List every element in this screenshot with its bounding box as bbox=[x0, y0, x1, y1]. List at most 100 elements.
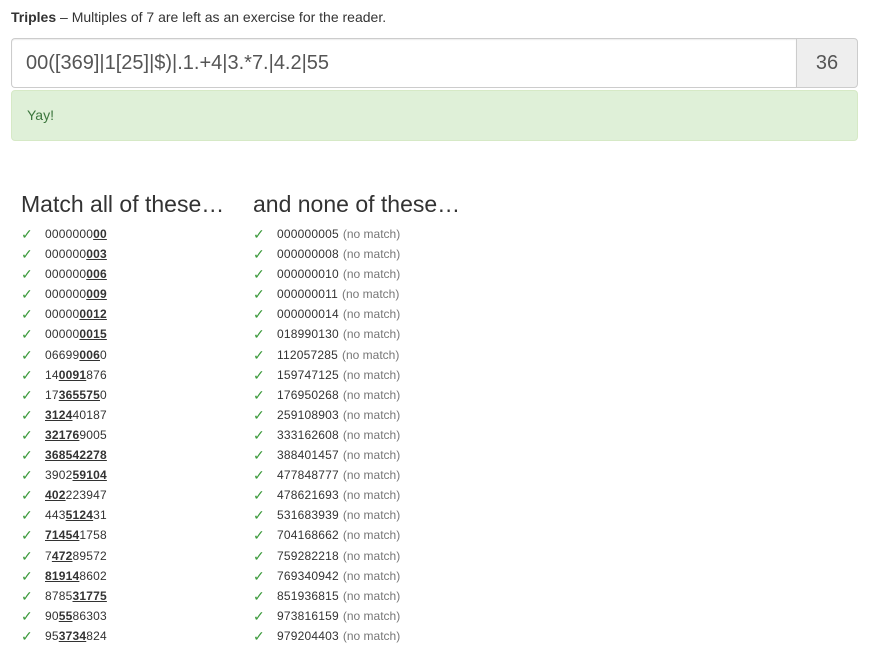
match-word: 173655750 bbox=[45, 385, 107, 405]
no-match-label: (no match) bbox=[342, 327, 401, 342]
check-icon: ✓ bbox=[253, 627, 265, 644]
regex-input[interactable] bbox=[11, 38, 796, 88]
match-word: 000000015 bbox=[45, 324, 107, 344]
nonmatch-column: and none of these… ✓ 000000005 (no match) ✓… bbox=[253, 190, 460, 646]
match-pre: 95 bbox=[45, 628, 59, 643]
list-item: ✓ 259108903 (no match) bbox=[253, 405, 460, 425]
match-highlight: 0091 bbox=[58, 367, 87, 382]
nonmatch-word: 759282218 bbox=[277, 548, 339, 563]
check-icon: ✓ bbox=[21, 346, 33, 363]
check-icon: ✓ bbox=[253, 507, 265, 524]
match-highlight: 71454 bbox=[45, 528, 80, 543]
check-icon: ✓ bbox=[21, 467, 33, 484]
check-icon: ✓ bbox=[253, 366, 265, 383]
puzzle-title: Triples bbox=[11, 9, 57, 25]
check-icon: ✓ bbox=[21, 286, 33, 303]
match-post: 1758 bbox=[79, 528, 107, 543]
nonmatch-word: 769340942 bbox=[277, 568, 339, 583]
no-match-label: (no match) bbox=[342, 628, 401, 643]
match-pre: 00000 bbox=[45, 307, 80, 322]
list-item: ✓ 312440187 bbox=[21, 405, 224, 425]
match-pre: 17 bbox=[45, 387, 59, 402]
check-icon: ✓ bbox=[21, 266, 33, 283]
list-item: ✓ 159747125 (no match) bbox=[253, 365, 460, 385]
nonmatch-word: 000000010 bbox=[277, 267, 339, 282]
nonmatch-word: 000000008 bbox=[277, 247, 339, 262]
nonmatch-word: 000000011 bbox=[277, 287, 338, 302]
nonmatch-heading: and none of these… bbox=[253, 191, 461, 217]
list-item: ✓ 714541758 bbox=[21, 525, 224, 545]
match-pre: 00000 bbox=[45, 327, 80, 342]
match-post: 40187 bbox=[72, 407, 107, 422]
no-match-label: (no match) bbox=[341, 347, 400, 362]
list-item: ✓ 000000005 (no match) bbox=[253, 224, 460, 244]
check-icon: ✓ bbox=[21, 306, 33, 323]
check-icon: ✓ bbox=[253, 226, 265, 242]
nonmatch-list: ✓ 000000005 (no match) ✓ 000000008 (no match)… bbox=[253, 224, 460, 646]
match-highlight: 31775 bbox=[72, 588, 107, 603]
list-item: ✓ 477848777 (no match) bbox=[253, 465, 460, 485]
match-highlight: 3734 bbox=[58, 628, 87, 643]
match-post: 89572 bbox=[72, 548, 107, 563]
nonmatch-word: 259108903 bbox=[277, 407, 339, 422]
match-post: 8602 bbox=[79, 568, 107, 583]
check-icon: ✓ bbox=[253, 326, 265, 343]
match-word: 000000006 bbox=[45, 264, 107, 284]
match-highlight: 59104 bbox=[72, 468, 107, 483]
check-icon: ✓ bbox=[21, 406, 33, 423]
no-match-label: (no match) bbox=[341, 287, 400, 302]
list-item: ✓ 953734824 bbox=[21, 626, 224, 646]
list-item: ✓ 704168662 (no match) bbox=[253, 525, 460, 545]
list-item: ✓ 819148602 bbox=[21, 566, 224, 586]
list-item: ✓ 018990130 (no match) bbox=[253, 324, 460, 344]
nonmatch-word: 477848777 bbox=[277, 468, 339, 483]
match-word: 066990060 bbox=[45, 345, 107, 365]
check-icon: ✓ bbox=[21, 547, 33, 564]
list-item: ✓ 000000015 bbox=[21, 324, 224, 344]
match-post: 9005 bbox=[79, 427, 107, 442]
check-icon: ✓ bbox=[21, 627, 33, 644]
list-item: ✓ 000000006 bbox=[21, 264, 224, 284]
nonmatch-word: 979204403 bbox=[277, 628, 339, 643]
no-match-label: (no match) bbox=[342, 568, 401, 583]
nonmatch-word: 000000005 bbox=[277, 227, 339, 241]
match-word: 000000003 bbox=[45, 244, 107, 264]
check-icon: ✓ bbox=[21, 607, 33, 624]
match-highlight: 0015 bbox=[79, 327, 107, 342]
list-item: ✓ 000000009 bbox=[21, 284, 224, 304]
success-message: Yay! bbox=[27, 107, 54, 123]
check-icon: ✓ bbox=[253, 467, 265, 484]
match-highlight: 402 bbox=[45, 488, 66, 503]
list-item: ✓ 402223947 bbox=[21, 485, 224, 505]
regex-input-group: 36 bbox=[11, 38, 858, 88]
check-icon: ✓ bbox=[21, 587, 33, 604]
match-highlight: 003 bbox=[86, 247, 107, 262]
check-icon: ✓ bbox=[253, 306, 265, 323]
match-post: 223947 bbox=[65, 488, 107, 503]
list-item: ✓ 478621693 (no match) bbox=[253, 485, 460, 505]
match-post: 0 bbox=[100, 387, 107, 402]
list-item: ✓ 878531775 bbox=[21, 586, 224, 606]
no-match-label: (no match) bbox=[342, 608, 401, 623]
match-pre: 0000000 bbox=[45, 227, 94, 241]
list-item: ✓ 531683939 (no match) bbox=[253, 505, 460, 525]
nonmatch-word: 851936815 bbox=[277, 588, 339, 603]
no-match-label: (no match) bbox=[342, 488, 401, 503]
no-match-label: (no match) bbox=[342, 448, 401, 463]
match-highlight: 55 bbox=[58, 608, 73, 623]
list-item: ✓ 333162608 (no match) bbox=[253, 425, 460, 445]
check-icon: ✓ bbox=[253, 567, 265, 584]
no-match-label: (no match) bbox=[342, 367, 401, 382]
match-word: 402223947 bbox=[45, 485, 107, 505]
no-match-label: (no match) bbox=[342, 528, 401, 543]
list-item: ✓ 000000010 (no match) bbox=[253, 264, 460, 284]
match-pre: 8785 bbox=[45, 588, 73, 603]
no-match-label: (no match) bbox=[342, 307, 401, 322]
check-icon: ✓ bbox=[21, 366, 33, 383]
check-icon: ✓ bbox=[21, 326, 33, 343]
match-column: Match all of these… ✓ 000000000 ✓ 000000003… bbox=[21, 190, 224, 646]
match-word: 140091876 bbox=[45, 365, 107, 385]
no-match-label: (no match) bbox=[342, 267, 401, 282]
no-match-label: (no match) bbox=[342, 508, 401, 523]
match-word: 368542278 bbox=[45, 445, 107, 465]
